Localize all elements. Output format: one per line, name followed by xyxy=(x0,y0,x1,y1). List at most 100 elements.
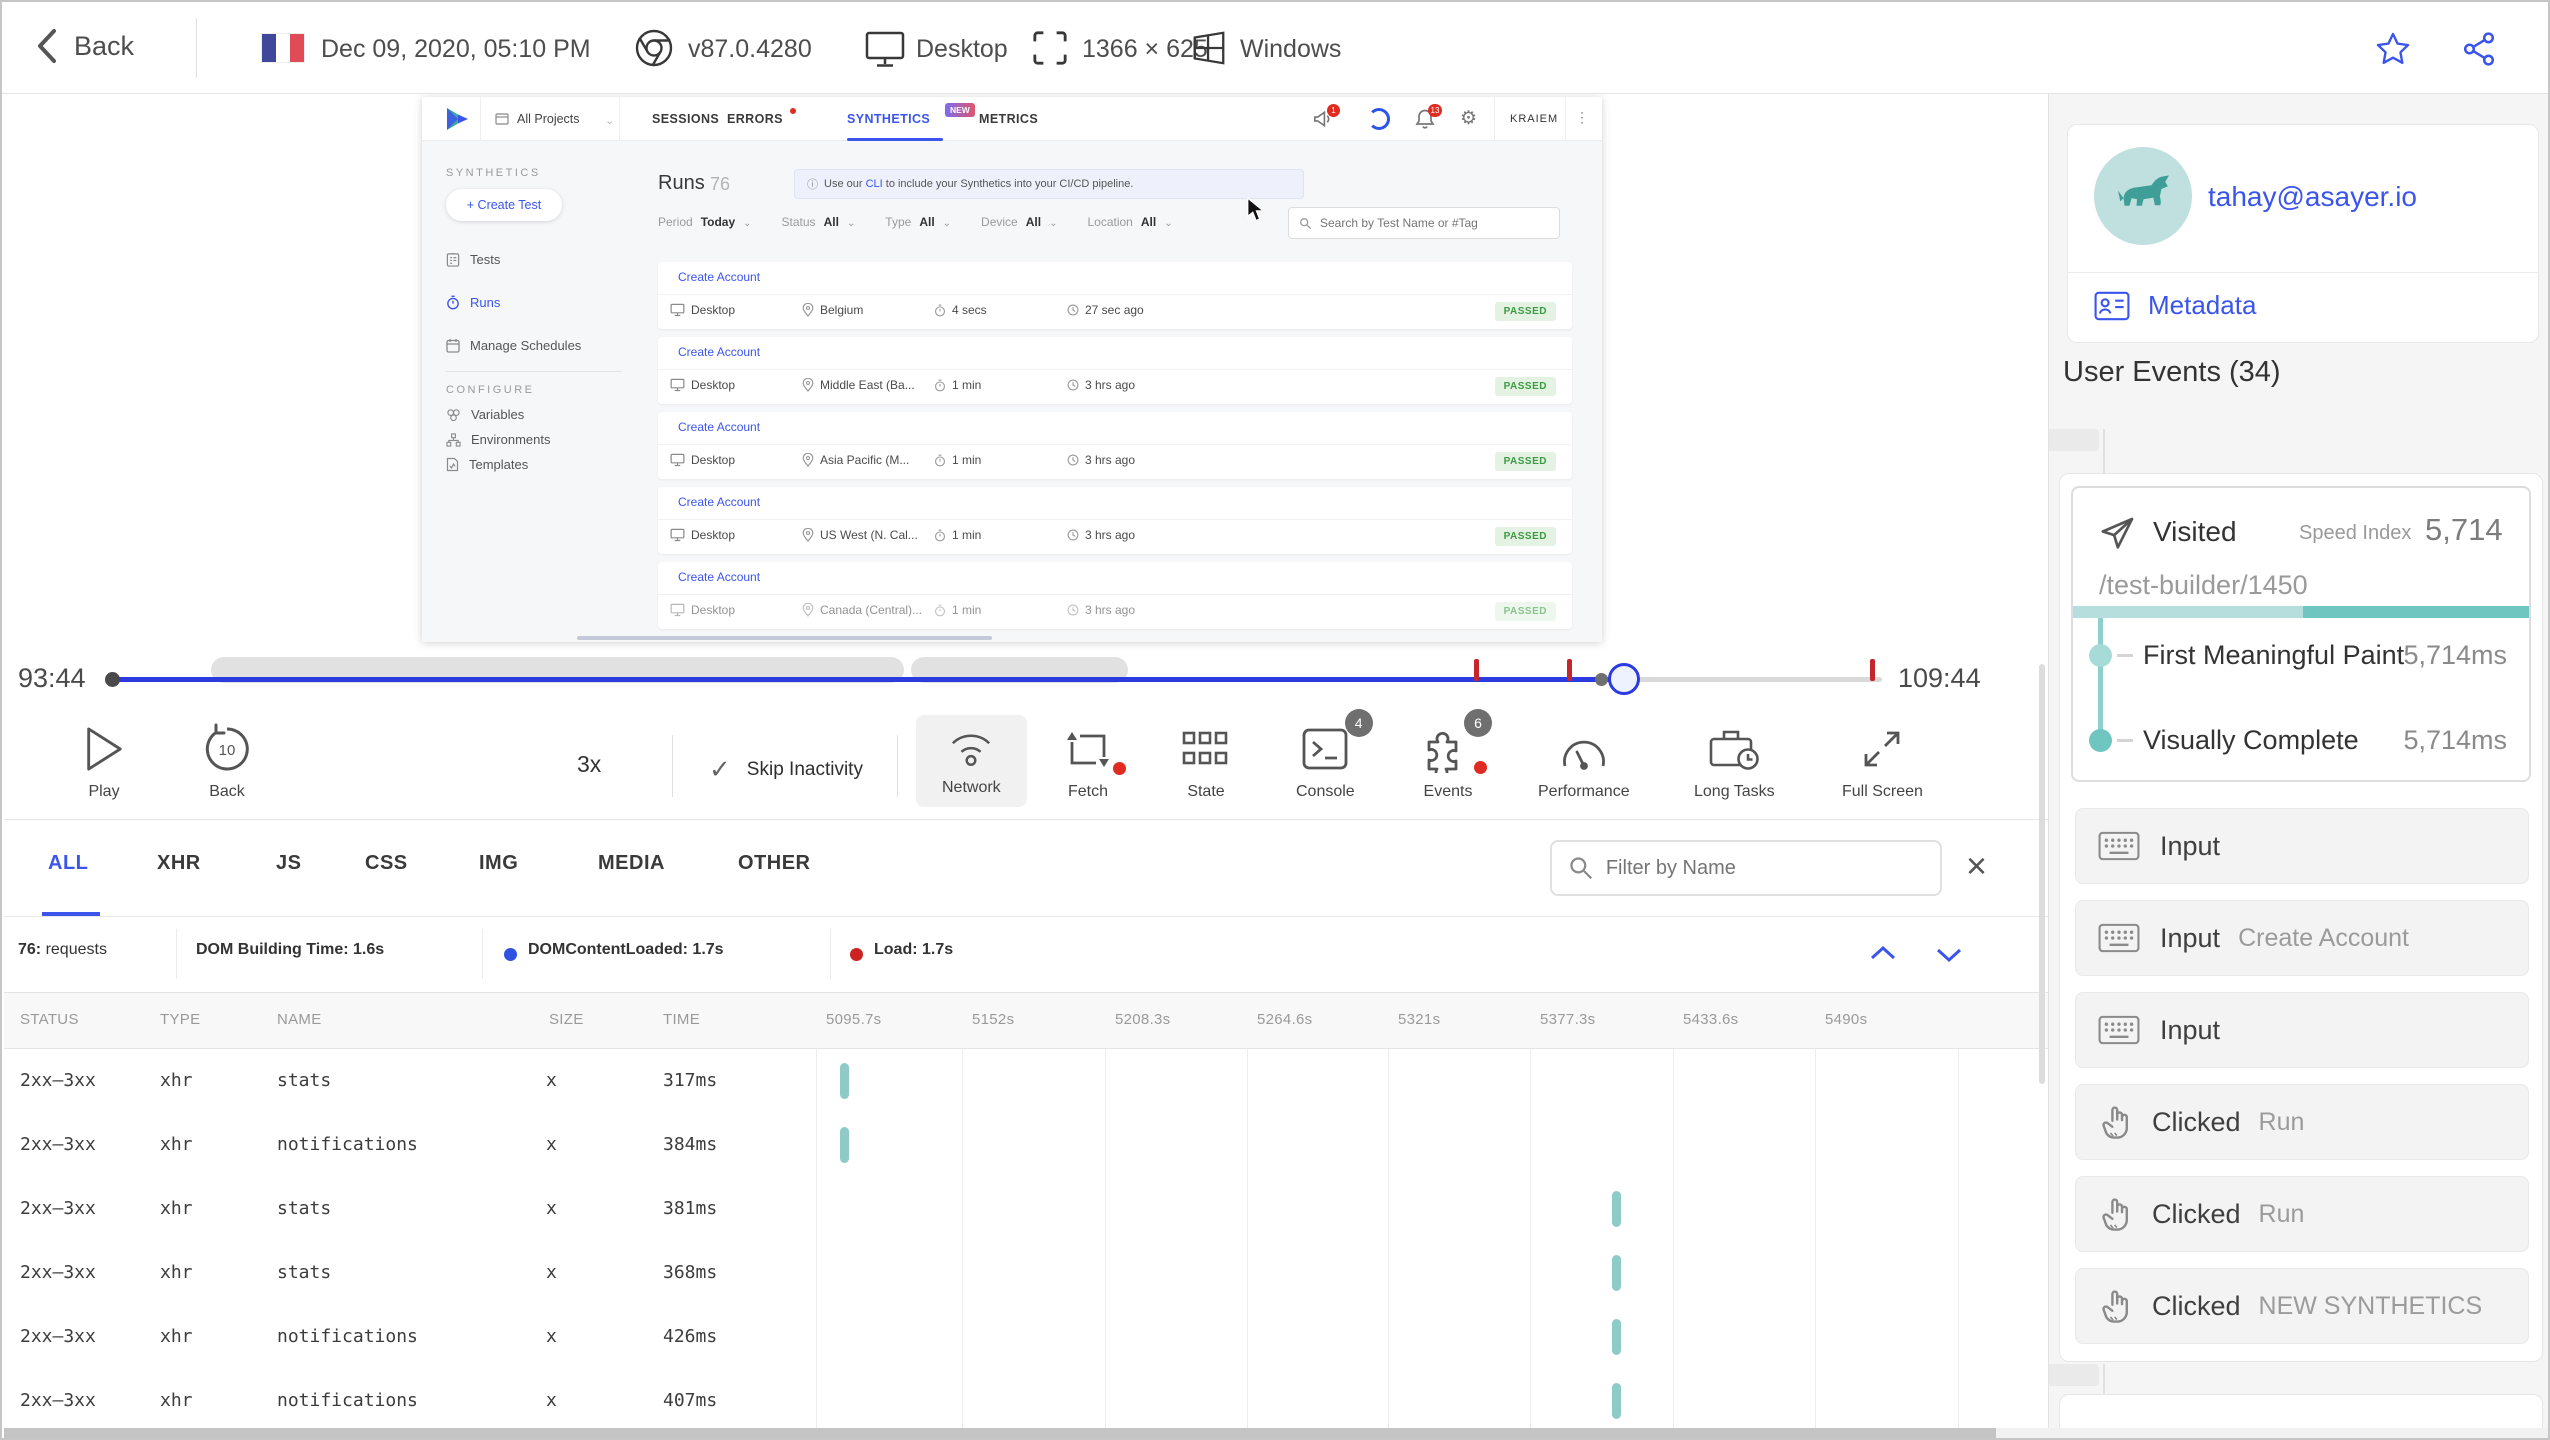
app-sidebar-item-templates[interactable]: Templates xyxy=(446,457,528,472)
user-menu[interactable]: KRAIEM xyxy=(1510,113,1558,125)
domcontentloaded-dot xyxy=(504,948,517,961)
fetch-panel-button[interactable]: Fetch xyxy=(1062,721,1126,801)
tab-js[interactable]: JS xyxy=(276,852,301,875)
app-tab-metrics[interactable]: METRICS xyxy=(979,97,1038,141)
error-event-tick[interactable] xyxy=(1474,659,1479,681)
request-row[interactable]: 2xx–3xx xhr notifications x 407ms xyxy=(4,1369,2048,1428)
create-test-button[interactable]: + Create Test xyxy=(446,189,562,221)
back-10-icon: 10 xyxy=(201,721,253,777)
app-tab-synthetics[interactable]: SYNTHETICS xyxy=(847,97,930,141)
col-time[interactable]: TIME xyxy=(663,1011,700,1028)
user-event-input[interactable]: Input xyxy=(2075,808,2529,884)
app-sidebar-item-manage-schedules[interactable]: Manage Schedules xyxy=(446,338,581,353)
user-event-clicked[interactable]: Clicked Run xyxy=(2075,1176,2529,1252)
app-sidebar-item-variables[interactable]: Variables xyxy=(446,407,524,422)
event-dot[interactable] xyxy=(1595,673,1608,686)
app-horizontal-scrollbar[interactable] xyxy=(577,636,992,640)
performance-panel-button[interactable]: Performance xyxy=(1538,721,1630,801)
filter-status[interactable]: Status All ⌄ xyxy=(782,215,856,229)
share-icon[interactable] xyxy=(2460,30,2498,68)
filter-type[interactable]: Type All ⌄ xyxy=(885,215,951,229)
run-card[interactable]: Create Account Desktop Belgium 4 secs 27… xyxy=(658,262,1572,329)
filter-period[interactable]: Period Today ⌄ xyxy=(658,215,752,229)
request-row[interactable]: 2xx–3xx xhr notifications x 384ms xyxy=(4,1113,2048,1177)
app-sidebar-item-tests[interactable]: Tests xyxy=(446,252,500,267)
run-card[interactable]: Create Account Desktop Asia Pacific (M..… xyxy=(658,412,1572,479)
metadata-button[interactable]: Metadata xyxy=(2094,290,2256,321)
cli-link[interactable]: CLI xyxy=(866,178,883,190)
events-alert-dot xyxy=(1474,761,1487,774)
filter-by-name-input[interactable] xyxy=(1605,856,1924,880)
visited-event-card[interactable]: Visited Speed Index 5,714 /test-builder/… xyxy=(2071,486,2531,782)
request-row[interactable]: 2xx–3xx xhr stats x 381ms xyxy=(4,1177,2048,1241)
test-search-box[interactable] xyxy=(1288,207,1560,239)
run-name-link[interactable]: Create Account xyxy=(678,570,760,584)
full-screen-button[interactable]: Full Screen xyxy=(1842,721,1923,801)
network-panel-button[interactable]: Network xyxy=(916,715,1027,807)
timeline-progress xyxy=(112,677,1624,682)
load-dot xyxy=(850,948,863,961)
main-vertical-scrollbar[interactable] xyxy=(2038,650,2046,1428)
time-col-label: 5152s xyxy=(972,1011,1015,1028)
request-row[interactable]: 2xx–3xx xhr stats x 368ms xyxy=(4,1241,2048,1305)
tab-css[interactable]: CSS xyxy=(365,852,408,875)
run-name-link[interactable]: Create Account xyxy=(678,420,760,434)
tab-other[interactable]: OTHER xyxy=(738,852,811,875)
skip-inactivity-toggle[interactable]: ✓ Skip Inactivity xyxy=(709,754,863,785)
tab-all[interactable]: ALL xyxy=(48,852,88,875)
error-event-tick[interactable] xyxy=(1567,659,1572,681)
col-name[interactable]: NAME xyxy=(277,1011,322,1028)
error-event-tick[interactable] xyxy=(1870,659,1875,681)
back-10s-button[interactable]: 10 Back xyxy=(201,721,253,801)
filter-device[interactable]: Device All ⌄ xyxy=(981,215,1057,229)
project-selector[interactable]: All Projects xyxy=(480,97,620,141)
col-type[interactable]: TYPE xyxy=(160,1011,200,1028)
back-button[interactable]: Back xyxy=(36,28,134,64)
jump-prev-icon[interactable] xyxy=(1866,939,1900,969)
playhead-handle[interactable] xyxy=(1608,663,1640,695)
user-email-link[interactable]: tahay@asayer.io xyxy=(2208,181,2417,213)
user-event-input[interactable]: Input Create Account xyxy=(2075,900,2529,976)
long-tasks-panel-button[interactable]: Long Tasks xyxy=(1694,721,1775,801)
request-row[interactable]: 2xx–3xx xhr stats x 317ms xyxy=(4,1049,2048,1113)
user-event-clicked[interactable]: Clicked NEW SYNTHETICS xyxy=(2075,1268,2529,1344)
app-sidebar-item-runs[interactable]: Runs xyxy=(446,295,500,310)
run-card[interactable]: Create Account Desktop US West (N. Cal..… xyxy=(658,487,1572,554)
app-sidebar-item-environments[interactable]: Environments xyxy=(446,432,550,447)
app-tab-errors[interactable]: ERRORS xyxy=(727,97,783,141)
request-size: x xyxy=(546,1326,557,1347)
run-card[interactable]: Create Account Desktop Middle East (Ba..… xyxy=(658,337,1572,404)
project-selector-label: All Projects xyxy=(517,112,580,126)
close-panel-icon[interactable]: × xyxy=(1966,844,1987,888)
request-row[interactable]: 2xx–3xx xhr notifications x 426ms xyxy=(4,1305,2048,1369)
playback-speed-button[interactable]: 3x xyxy=(577,751,601,778)
user-event-clicked[interactable]: Clicked Run xyxy=(2075,1084,2529,1160)
run-card[interactable]: Create Account Desktop Canada (Central).… xyxy=(658,562,1572,629)
run-name-link[interactable]: Create Account xyxy=(678,495,760,509)
gear-icon[interactable]: ⚙ xyxy=(1460,108,1477,130)
active-tab-underline xyxy=(847,138,943,141)
tab-img[interactable]: IMG xyxy=(479,852,518,875)
user-event-input[interactable]: Input xyxy=(2075,992,2529,1068)
request-size: x xyxy=(546,1198,557,1219)
tab-media[interactable]: MEDIA xyxy=(598,852,665,875)
app-tab-sessions[interactable]: SESSIONS xyxy=(652,97,719,141)
page-horizontal-scrollbar[interactable] xyxy=(4,1428,2548,1438)
events-panel-button[interactable]: 6 Events xyxy=(1422,709,1492,801)
favorite-star-icon[interactable] xyxy=(2374,30,2412,68)
request-type: xhr xyxy=(160,1262,193,1283)
run-name-link[interactable]: Create Account xyxy=(678,270,760,284)
tab-xhr[interactable]: XHR xyxy=(157,852,201,875)
jump-next-icon[interactable] xyxy=(1932,939,1966,969)
run-name-link[interactable]: Create Account xyxy=(678,345,760,359)
console-panel-button[interactable]: 4 Console xyxy=(1296,709,1373,801)
play-button[interactable]: Play xyxy=(82,721,126,801)
kebab-menu-icon[interactable]: ⋮ xyxy=(1575,109,1589,126)
test-search-input[interactable] xyxy=(1320,216,1540,230)
col-status[interactable]: STATUS xyxy=(20,1011,79,1028)
state-panel-button[interactable]: State xyxy=(1182,721,1230,801)
scrollbar-thumb[interactable] xyxy=(4,1428,1996,1438)
col-size[interactable]: SIZE xyxy=(549,1011,584,1028)
filter-location[interactable]: Location All ⌄ xyxy=(1087,215,1172,229)
filter-by-name-box[interactable] xyxy=(1550,840,1942,896)
